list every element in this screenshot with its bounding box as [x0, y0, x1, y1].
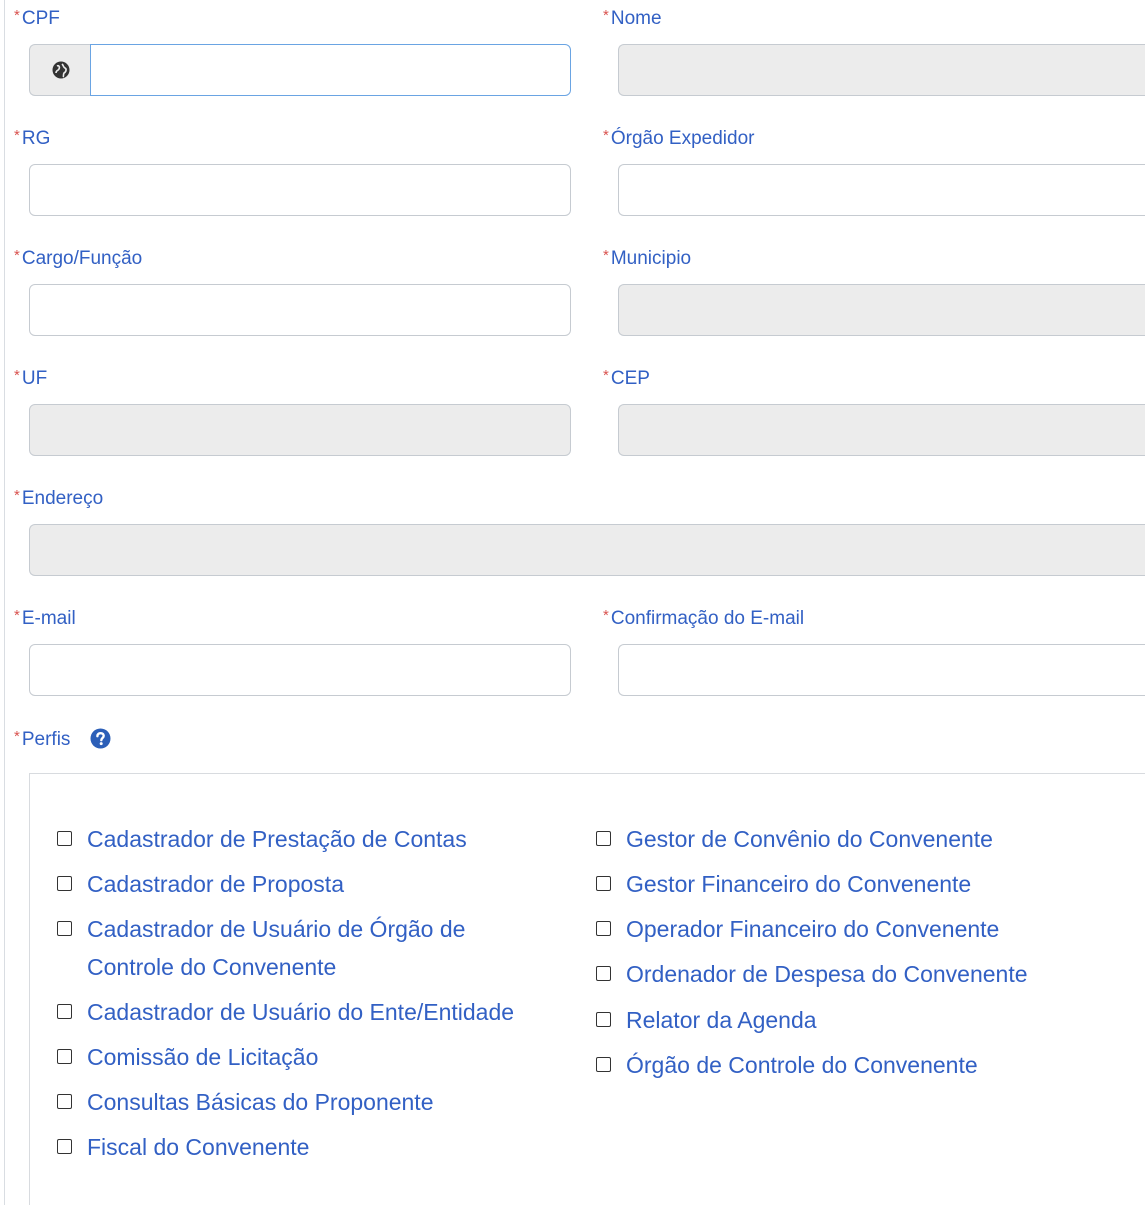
orgao-field[interactable] [618, 164, 1145, 216]
perfil-label[interactable]: Gestor Financeiro do Convenente [626, 865, 971, 903]
checkbox[interactable] [57, 1094, 72, 1109]
perfil-label[interactable]: Ordenador de Despesa do Convenente [626, 955, 1028, 993]
perfil-label[interactable]: Órgão de Controle do Convenente [626, 1046, 978, 1084]
checkbox[interactable] [596, 876, 611, 891]
perfil-label[interactable]: Cadastrador de Usuário do Ente/Entidade [87, 993, 514, 1031]
cargo-label: * Cargo/Função [14, 247, 143, 269]
rg-label: * RG [14, 127, 51, 149]
checkbox[interactable] [57, 1004, 72, 1019]
perfil-label-line2[interactable]: Controle do Convenente [87, 948, 336, 986]
checkbox[interactable] [596, 831, 611, 846]
checkbox[interactable] [57, 876, 72, 891]
uf-label: * UF [14, 367, 48, 389]
email-confirm-field[interactable] [618, 644, 1145, 696]
question-circle-icon[interactable] [90, 728, 111, 749]
perfis-label: * Perfis [14, 728, 71, 750]
checkbox[interactable] [57, 921, 72, 936]
perfil-label[interactable]: Cadastrador de Proposta [87, 865, 344, 903]
perfil-label[interactable]: Relator da Agenda [626, 1001, 817, 1039]
endereco-label: * Endereço [14, 487, 104, 509]
endereco-field [29, 524, 1145, 576]
email-field[interactable] [29, 644, 571, 696]
checkbox[interactable] [596, 966, 611, 981]
municipio-label: * Municipio [603, 247, 692, 269]
left-border [4, 0, 5, 1205]
rg-field[interactable] [29, 164, 571, 216]
uf-field [29, 404, 571, 456]
checkbox[interactable] [596, 921, 611, 936]
perfil-label[interactable]: Gestor de Convênio do Convenente [626, 820, 993, 858]
perfil-label[interactable]: Cadastrador de Prestação de Contas [87, 820, 467, 858]
cpf-addon [29, 44, 91, 96]
email-confirm-label: * Confirmação do E-mail [603, 607, 805, 629]
email-label: * E-mail [14, 607, 76, 629]
perfil-label[interactable]: Fiscal do Convenente [87, 1128, 309, 1166]
cep-field [618, 404, 1145, 456]
checkbox[interactable] [57, 831, 72, 846]
checkbox[interactable] [596, 1057, 611, 1072]
cpf-label: * CPF [14, 7, 60, 29]
nome-label: * Nome [603, 7, 662, 29]
checkbox[interactable] [57, 1049, 72, 1064]
perfil-label[interactable]: Comissão de Licitação [87, 1038, 318, 1076]
checkbox[interactable] [596, 1012, 611, 1027]
perfil-label[interactable]: Operador Financeiro do Convenente [626, 910, 999, 948]
cpf-input[interactable] [90, 44, 571, 96]
nome-field [618, 44, 1145, 96]
cargo-field[interactable] [29, 284, 571, 336]
orgao-label: * Órgão Expedidor [603, 127, 755, 149]
cep-label: * CEP [603, 367, 650, 389]
perfil-label[interactable]: Cadastrador de Usuário de Órgão de [87, 910, 465, 948]
globe-icon [52, 61, 70, 79]
perfil-label[interactable]: Consultas Básicas do Proponente [87, 1083, 434, 1121]
checkbox[interactable] [57, 1139, 72, 1154]
municipio-field [618, 284, 1145, 336]
